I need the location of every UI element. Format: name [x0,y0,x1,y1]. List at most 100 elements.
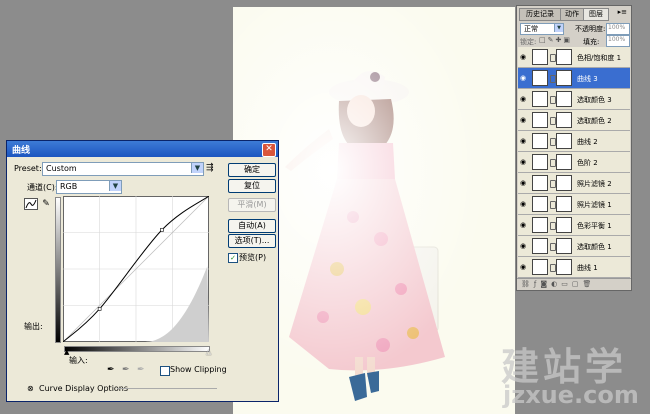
adjustment-thumbnail-icon[interactable] [532,196,548,212]
options-button[interactable]: 选项(T)... [228,234,276,248]
layer-row[interactable]: ◉ 色彩平衡 1 [518,215,630,236]
eye-icon[interactable]: ◉ [520,137,528,145]
eye-icon[interactable]: ◉ [520,179,528,187]
adjustment-thumbnail-icon[interactable] [532,112,548,128]
curve-control-point[interactable] [97,306,102,311]
layer-name[interactable]: 曲线 1 [577,263,598,273]
lock-label: 锁定: [520,38,537,46]
tab-layers[interactable]: 图层 [583,8,609,21]
layer-row[interactable]: ◉ 曲线 3 [518,68,630,89]
adjustment-thumbnail-icon[interactable] [532,238,548,254]
fill-field[interactable]: 100% [606,35,630,47]
preset-options-icon[interactable]: ⇶ [206,163,214,173]
adjustment-thumbnail-icon[interactable] [532,49,548,65]
layer-mask-thumbnail[interactable] [556,112,572,128]
tab-history[interactable]: 历史记录 [519,8,561,21]
layer-name[interactable]: 照片滤镜 1 [577,200,612,210]
adjustment-thumbnail-icon[interactable] [532,133,548,149]
layer-row[interactable]: ◉ 曲线 2 [518,131,630,152]
dialog-titlebar[interactable]: 曲线 ✕ [7,141,278,157]
fill-value: 100% [608,36,626,43]
channel-value: RGB [60,182,78,191]
layer-name[interactable]: 色彩平衡 1 [577,221,612,231]
layer-mask-thumbnail[interactable] [556,259,572,275]
white-point-slider-icon[interactable]: △ [206,348,211,356]
layer-mask-thumbnail[interactable] [556,238,572,254]
preset-select[interactable]: Custom ▼ [42,162,204,176]
layers-footer-icons[interactable]: ⛓ƒ◙◐▭▢🗑 [517,278,631,290]
layer-row[interactable]: ◉ 色相/饱和度 1 [518,47,630,68]
layer-mask-thumbnail[interactable] [556,49,572,65]
layer-row[interactable]: ◉ 选取颜色 3 [518,89,630,110]
adjustment-thumbnail-icon[interactable] [532,175,548,191]
adjustment-thumbnail-icon[interactable] [532,154,548,170]
panel-menu-icon[interactable]: ▸≡ [618,8,627,16]
gray-eyedropper-icon[interactable]: ✒ [122,365,130,375]
opacity-label: 不透明度: [575,25,606,33]
layer-mask-thumbnail[interactable] [556,133,572,149]
layer-mask-thumbnail[interactable] [556,196,572,212]
adjustment-thumbnail-icon[interactable] [532,91,548,107]
preview-checkbox[interactable]: ✓ [228,253,238,263]
layer-mask-thumbnail[interactable] [556,91,572,107]
curve-point-tool-icon[interactable] [24,198,38,210]
curve-display-options-label[interactable]: Curve Display Options [39,384,128,393]
black-eyedropper-icon[interactable]: ✒ [107,365,115,375]
layer-row[interactable]: ◉ 照片滤镜 2 [518,173,630,194]
expand-icon[interactable]: ⊗ [27,384,34,393]
layer-name[interactable]: 曲线 2 [577,137,598,147]
auto-button[interactable]: 自动(A) [228,219,276,233]
layer-name[interactable]: 选取颜色 2 [577,116,612,126]
reset-button[interactable]: 复位 [228,179,276,193]
blend-mode-select[interactable]: 正常 ▼ [520,23,564,35]
pencil-icon[interactable]: ✎ [40,198,52,210]
curve-graph[interactable] [63,196,209,342]
eye-icon[interactable]: ◉ [520,263,528,271]
white-eyedropper-icon[interactable]: ✒ [137,365,145,375]
layer-mask-thumbnail[interactable] [556,70,572,86]
layer-mask-thumbnail[interactable] [556,217,572,233]
layer-row[interactable]: ◉ 曲线 1 [518,257,630,278]
eye-icon[interactable]: ◉ [520,200,528,208]
eye-icon[interactable]: ◉ [520,221,528,229]
lock-icons[interactable]: □✎✚▣ [539,36,572,44]
channel-select[interactable]: RGB ▼ [56,180,122,194]
eye-icon[interactable]: ◉ [520,158,528,166]
adjustment-thumbnail-icon[interactable] [532,70,548,86]
layer-row[interactable]: ◉ 色阶 2 [518,152,630,173]
eye-icon[interactable]: ◉ [520,242,528,250]
layer-mask-thumbnail[interactable] [556,175,572,191]
eye-icon[interactable]: ◉ [520,95,528,103]
layer-name[interactable]: 选取颜色 3 [577,95,612,105]
show-clipping-checkbox[interactable] [160,366,170,376]
adjustment-thumbnail-icon[interactable] [532,217,548,233]
layer-name[interactable]: 曲线 3 [577,74,598,84]
layer-name[interactable]: 选取颜色 1 [577,242,612,252]
layer-row[interactable]: ◉ 选取颜色 1 [518,236,630,257]
layer-name[interactable]: 色阶 2 [577,158,598,168]
fill-label: 填充: [583,38,600,46]
eye-icon[interactable]: ◉ [520,74,528,82]
chevron-down-icon: ▼ [554,24,563,32]
layer-name[interactable]: 照片滤镜 2 [577,179,612,189]
show-clipping-label: Show Clipping [170,365,227,374]
preset-value: Custom [46,164,77,173]
adjustment-thumbnail-icon[interactable] [532,259,548,275]
smooth-button[interactable]: 平滑(M) [228,198,276,212]
opacity-field[interactable]: 100% [606,23,630,35]
layer-row[interactable]: ◉ 选取颜色 2 [518,110,630,131]
divider [117,388,217,389]
layer-row[interactable]: ◉ 照片滤镜 1 [518,194,630,215]
ok-button[interactable]: 确定 [228,163,276,177]
eye-icon[interactable]: ◉ [520,53,528,61]
preview-label: 预览(P) [239,253,267,262]
close-icon[interactable]: ✕ [262,143,276,157]
input-label: 输入: [69,356,88,365]
curve-control-point[interactable] [160,227,164,232]
channel-label: 通道(C): [27,183,58,192]
tab-actions[interactable]: 动作 [560,8,584,21]
layer-name[interactable]: 色相/饱和度 1 [577,53,621,63]
chevron-down-icon: ▼ [191,163,203,173]
eye-icon[interactable]: ◉ [520,116,528,124]
layer-mask-thumbnail[interactable] [556,154,572,170]
